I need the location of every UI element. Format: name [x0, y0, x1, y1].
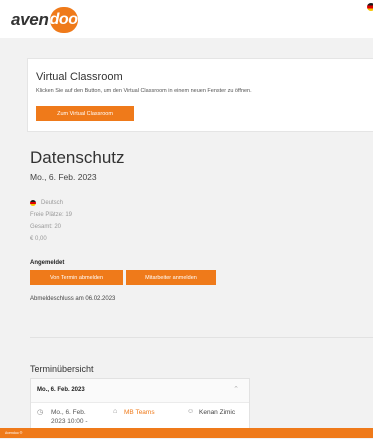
- trainer-name: Kenan Zimic: [199, 409, 236, 416]
- language-label: Deutsch: [41, 200, 64, 206]
- appointment-time-line2: 2023 10:00 -: [51, 417, 88, 425]
- language-info: Deutsch: [30, 200, 63, 206]
- unregister-button[interactable]: Von Termin abmelden: [30, 270, 123, 285]
- open-virtual-classroom-button[interactable]: Zum Virtual Classroom: [36, 106, 134, 121]
- logo-badge: doo: [49, 7, 78, 33]
- home-icon: ⌂: [113, 408, 118, 415]
- appointment-time-line1: Mo., 6. Feb.: [51, 409, 86, 416]
- logo-text: aven: [11, 10, 49, 29]
- avendoo-logo[interactable]: aven doo: [11, 7, 78, 33]
- page-title: Datenschutz: [30, 148, 125, 167]
- appointment-date: Mo., 6. Feb. 2023: [37, 387, 85, 393]
- virtual-classroom-card: Virtual Classroom Klicken Sie auf den Bu…: [27, 58, 373, 132]
- register-employee-button[interactable]: Mitarbeiter anmelden: [126, 270, 216, 285]
- virtual-classroom-text: Klicken Sie auf den Button, um den Virtu…: [36, 88, 252, 94]
- trainer-icon: ☺: [187, 408, 195, 415]
- location-link[interactable]: MB Teams: [124, 409, 155, 416]
- divider: [30, 337, 373, 338]
- footer: Avendoo ®: [0, 428, 373, 438]
- german-flag-icon: [30, 200, 36, 206]
- free-places: Freie Plätze: 19: [30, 212, 73, 218]
- footer-text: Avendoo ®: [5, 431, 23, 435]
- appointment-time: Mo., 6. Feb. 2023 10:00 -: [51, 409, 88, 426]
- overview-title: Terminübersicht: [30, 364, 94, 374]
- appointment-header[interactable]: Mo., 6. Feb. 2023 ⌃: [31, 379, 249, 403]
- top-bar: aven doo: [0, 0, 373, 38]
- registration-status: Angemeldet: [30, 260, 65, 266]
- clock-icon: ◷: [37, 409, 44, 416]
- price: € 0,00: [30, 236, 47, 242]
- deadline-text: Abmeldeschluss am 06.02.2023: [30, 296, 116, 302]
- course-date: Mo., 6. Feb. 2023: [30, 172, 97, 182]
- virtual-classroom-title: Virtual Classroom: [36, 71, 123, 83]
- total-places: Gesamt: 20: [30, 224, 62, 230]
- chevron-up-icon[interactable]: ⌃: [233, 385, 239, 393]
- german-flag-icon[interactable]: [367, 3, 373, 11]
